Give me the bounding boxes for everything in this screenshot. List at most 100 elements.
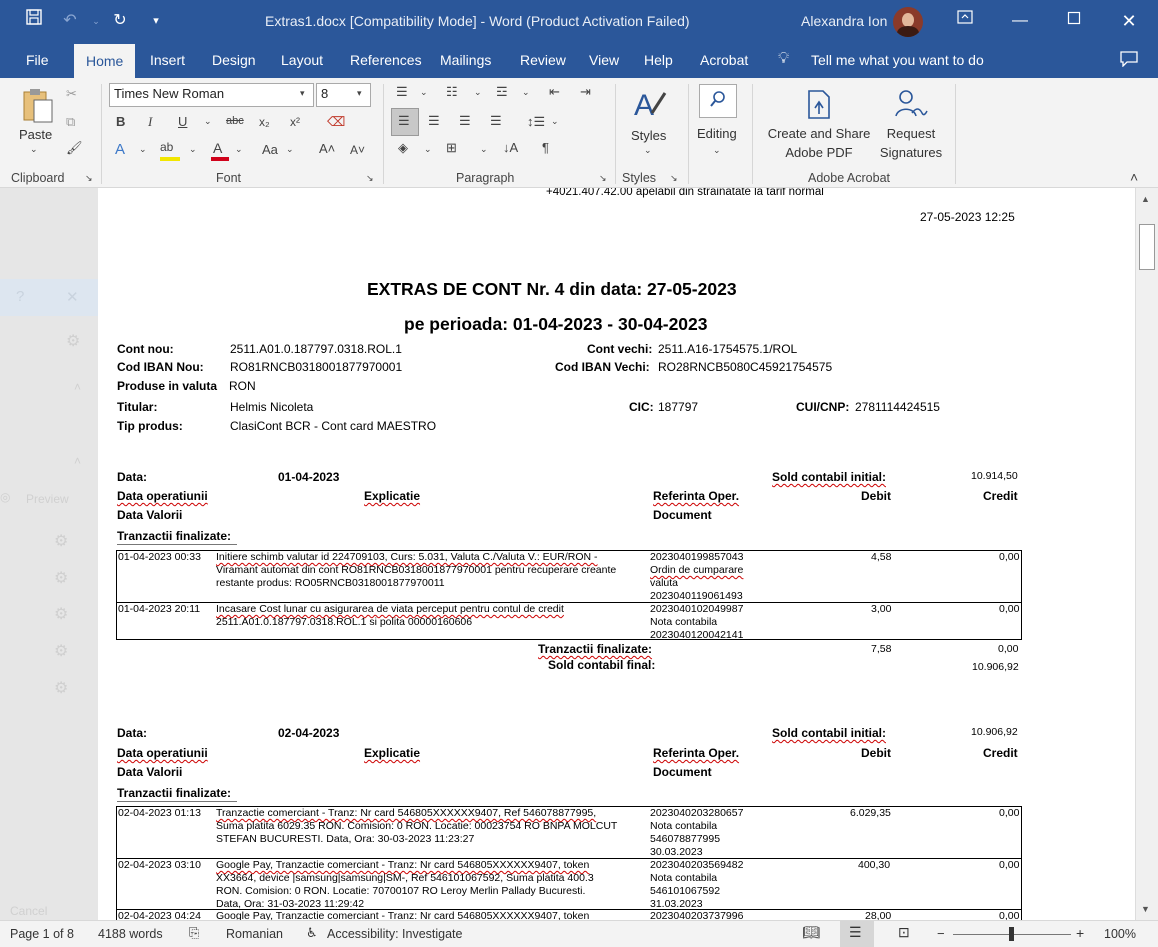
paragraph-launcher-icon[interactable]: ↘ xyxy=(599,173,607,184)
proofing-icon[interactable]: ⎘ xyxy=(189,925,199,941)
gear-icon[interactable]: ⚙ xyxy=(54,604,68,624)
font-name-dropdown-icon[interactable]: ▾ xyxy=(300,88,305,99)
web-layout-icon[interactable]: ⊡ xyxy=(898,924,910,941)
shading-icon[interactable]: ◈ xyxy=(398,140,408,156)
styles-icon[interactable]: A xyxy=(632,87,668,126)
italic-icon[interactable]: I xyxy=(148,114,152,130)
borders-dropdown-icon[interactable]: ⌄ xyxy=(480,144,488,155)
change-case-dropdown-icon[interactable]: ⌄ xyxy=(286,144,294,155)
font-color-dropdown-icon[interactable]: ⌄ xyxy=(235,144,243,155)
font-launcher-icon[interactable]: ↘ xyxy=(366,173,374,184)
document-page[interactable]: +4021.407.42.00 apelabil din strainatate… xyxy=(98,188,1135,920)
bullets-dropdown-icon[interactable]: ⌄ xyxy=(420,87,428,98)
clear-formatting-icon[interactable]: ⌫ xyxy=(327,114,345,130)
print-layout-icon[interactable]: ☰ xyxy=(849,924,862,941)
accessibility-icon[interactable]: ♿︎ xyxy=(306,925,318,941)
clipboard-launcher-icon[interactable]: ↘ xyxy=(85,173,93,184)
align-left-icon[interactable]: ☰ xyxy=(398,113,410,129)
tab-acrobat[interactable]: Acrobat xyxy=(688,42,760,78)
page-indicator[interactable]: Page 1 of 8 xyxy=(10,927,74,941)
scroll-thumb[interactable] xyxy=(1139,224,1155,270)
styles-launcher-icon[interactable]: ↘ xyxy=(670,173,678,184)
gear-icon[interactable]: ⚙ xyxy=(54,678,68,698)
align-right-icon[interactable]: ☰ xyxy=(459,113,471,129)
tab-insert[interactable]: Insert xyxy=(138,42,197,78)
ribbon-display-options-icon[interactable] xyxy=(953,8,977,32)
comments-icon[interactable] xyxy=(1120,51,1138,72)
scroll-down-icon[interactable]: ▼ xyxy=(1141,904,1150,914)
tab-layout[interactable]: Layout xyxy=(269,42,335,78)
zoom-slider-thumb[interactable] xyxy=(1009,927,1014,941)
zoom-in-icon[interactable]: + xyxy=(1076,925,1084,941)
zoom-out-icon[interactable]: − xyxy=(937,926,945,941)
request-label-1[interactable]: Request xyxy=(872,126,950,141)
sort-icon[interactable]: ↓A xyxy=(503,140,518,155)
maximize-icon[interactable] xyxy=(1062,9,1086,33)
line-spacing-icon[interactable]: ↕☰ xyxy=(527,114,545,130)
format-painter-icon[interactable]: 🖌︎ xyxy=(66,140,83,156)
strikethrough-icon[interactable]: abc xyxy=(226,115,244,127)
multilevel-dropdown-icon[interactable]: ⌄ xyxy=(522,87,530,98)
request-label-2[interactable]: Signatures xyxy=(872,145,950,160)
styles-button[interactable]: Styles xyxy=(631,128,666,143)
gear-icon[interactable]: ⚙ xyxy=(54,641,68,661)
tab-mailings[interactable]: Mailings xyxy=(428,42,503,78)
save-icon[interactable] xyxy=(22,9,46,33)
tell-me-search[interactable]: Tell me what you want to do xyxy=(799,42,996,78)
zoom-level[interactable]: 100% xyxy=(1104,927,1136,941)
customize-qat-icon[interactable]: ▾ xyxy=(144,9,168,33)
pane-close-icon[interactable]: ✕ xyxy=(66,288,79,306)
paste-button[interactable]: Paste xyxy=(19,127,52,142)
justify-icon[interactable]: ☰ xyxy=(490,113,502,129)
tab-view[interactable]: View xyxy=(577,42,631,78)
language[interactable]: Romanian xyxy=(226,927,283,941)
create-pdf-icon[interactable] xyxy=(806,90,832,125)
subscript-icon[interactable]: x₂ xyxy=(259,115,270,129)
create-share-label-1[interactable]: Create and Share xyxy=(762,126,876,141)
bold-icon[interactable]: B xyxy=(116,114,125,129)
chevron-up-icon[interactable]: ˄ xyxy=(74,380,81,394)
underline-icon[interactable]: U xyxy=(178,114,187,129)
scroll-up-icon[interactable]: ▲ xyxy=(1141,194,1150,204)
bullets-icon[interactable]: ☰ xyxy=(396,84,408,100)
request-signatures-icon[interactable] xyxy=(894,89,928,124)
font-size-select[interactable]: 8 xyxy=(316,83,371,107)
tab-file[interactable]: File xyxy=(14,42,61,78)
align-center-icon[interactable]: ☰ xyxy=(428,113,440,129)
create-share-label-2[interactable]: Adobe PDF xyxy=(762,145,876,160)
tab-home[interactable]: Home xyxy=(74,44,136,78)
numbering-dropdown-icon[interactable]: ⌄ xyxy=(474,87,482,98)
undo-dropdown-icon[interactable]: ⌄ xyxy=(84,9,108,33)
tab-review[interactable]: Review xyxy=(508,42,578,78)
decrease-indent-icon[interactable]: ⇤ xyxy=(549,84,560,100)
preview-label[interactable]: Preview xyxy=(26,492,69,506)
borders-icon[interactable]: ⊞ xyxy=(446,140,457,156)
gear-icon[interactable]: ⚙ xyxy=(54,531,68,551)
show-formatting-icon[interactable]: ¶ xyxy=(542,140,549,155)
font-color-icon[interactable]: A xyxy=(213,140,222,156)
accessibility-status[interactable]: Accessibility: Investigate xyxy=(327,927,462,941)
shading-dropdown-icon[interactable]: ⌄ xyxy=(424,144,432,155)
copy-icon[interactable]: ⧉ xyxy=(66,114,75,130)
highlight-icon[interactable]: ab xyxy=(160,140,173,154)
read-mode-icon[interactable]: 📖︎ xyxy=(802,924,820,941)
cancel-label[interactable]: Cancel xyxy=(10,904,47,918)
cut-icon[interactable]: ✂ xyxy=(66,86,77,102)
multilevel-list-icon[interactable]: ☲ xyxy=(496,84,508,100)
undo-icon[interactable]: ↶ xyxy=(58,9,82,33)
close-icon[interactable]: ✕ xyxy=(1117,9,1141,33)
font-size-dropdown-icon[interactable]: ▾ xyxy=(357,88,362,99)
chevron-up-icon[interactable]: ˄ xyxy=(74,454,81,468)
user-name[interactable]: Alexandra Ion xyxy=(801,13,887,29)
underline-dropdown-icon[interactable]: ⌄ xyxy=(204,116,212,127)
editing-icon[interactable] xyxy=(699,84,737,118)
minimize-icon[interactable]: — xyxy=(1008,9,1032,33)
styles-dropdown-icon[interactable]: ⌄ xyxy=(644,145,652,156)
editing-dropdown-icon[interactable]: ⌄ xyxy=(713,145,721,156)
tab-design[interactable]: Design xyxy=(200,42,268,78)
font-name-select[interactable]: Times New Roman xyxy=(109,83,314,107)
editing-button[interactable]: Editing xyxy=(697,126,737,141)
redo-icon[interactable]: ↻ xyxy=(108,9,132,33)
paste-dropdown-icon[interactable]: ⌄ xyxy=(30,144,38,155)
line-spacing-dropdown-icon[interactable]: ⌄ xyxy=(551,116,559,127)
